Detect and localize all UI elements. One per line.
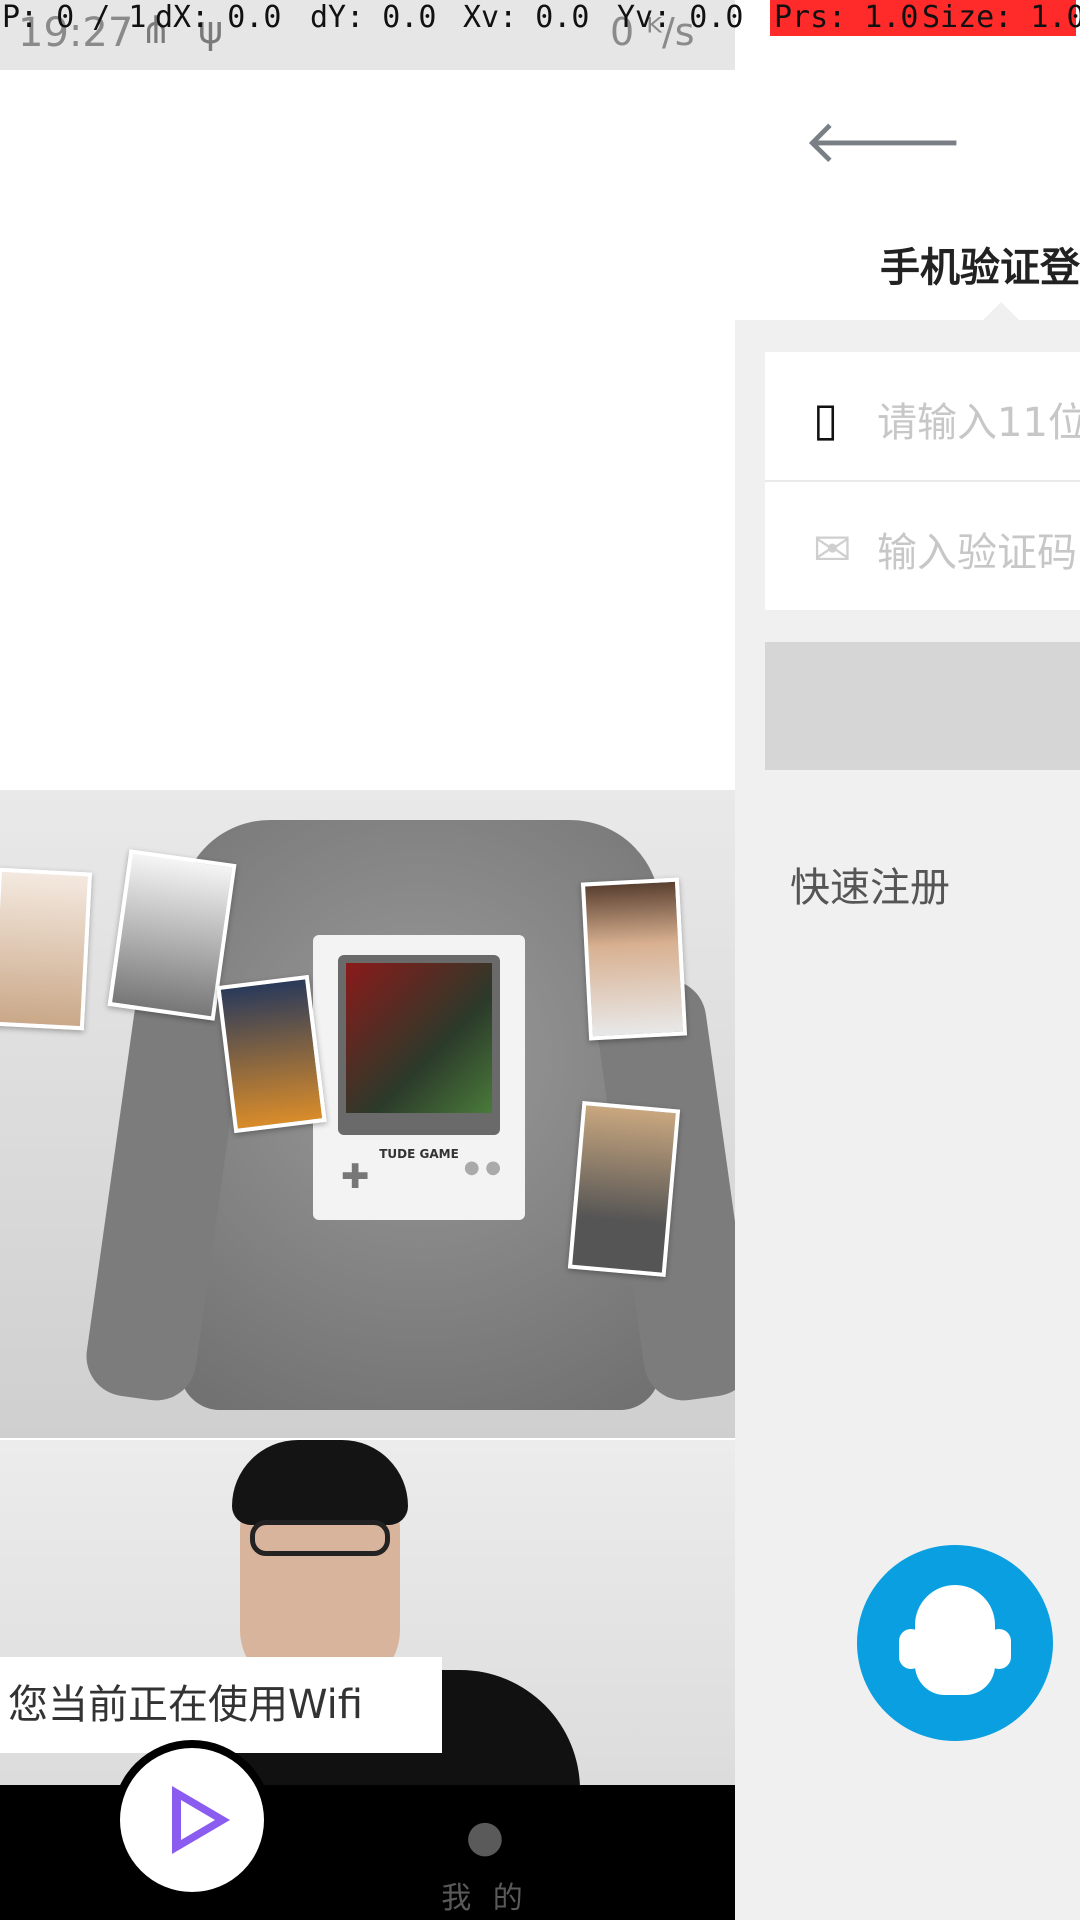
- photo-dj: [216, 974, 327, 1134]
- quick-register-link[interactable]: 快速注册: [790, 855, 950, 913]
- debug-size: Size: 1.0: [918, 0, 1080, 36]
- drawer-header: 🡐 手机验证登: [735, 0, 1080, 320]
- phone-field[interactable]: ▯ 请输入11位: [765, 352, 1080, 482]
- product-banner-sweater[interactable]: TUDE GAME ✚ ● ●: [0, 790, 735, 1438]
- login-form: ▯ 请输入11位 ✉ 输入验证码: [765, 352, 1080, 610]
- phone-icon: ▯: [813, 392, 839, 446]
- photo-girl: [580, 877, 688, 1041]
- pointer-debug-overlay: P: 0 / 1 dX: 0.0 dY: 0.0 Xv: 0.0 Yv: 0.0…: [0, 0, 1080, 36]
- tab-mine[interactable]: ● 我 的: [440, 1815, 530, 1917]
- photo-man: [567, 1101, 681, 1277]
- debug-p: P: 0 / 1: [2, 0, 147, 35]
- glasses-icon: [250, 1520, 390, 1556]
- qq-login-button[interactable]: [857, 1545, 1053, 1741]
- login-title[interactable]: 手机验证登: [880, 235, 1080, 293]
- tab-pointer: [983, 302, 1019, 320]
- background-app: 19:27 ⋔ ψ 0 ᴷ/s TUDE GAME ✚ ● ● 您当前正在使用W…: [0, 0, 735, 1920]
- debug-prs: Prs: 1.0: [770, 0, 919, 36]
- debug-yv: Yv: 0.0: [617, 0, 744, 35]
- qq-penguin-icon: [899, 1585, 1011, 1695]
- dpad-icon: ✚: [341, 1157, 370, 1197]
- back-arrow-icon[interactable]: 🡐: [803, 105, 964, 177]
- play-icon-cutout: [181, 1800, 215, 1840]
- bottom-nav: [0, 1785, 735, 1920]
- debug-xv: Xv: 0.0: [463, 0, 590, 35]
- login-drawer: 🡐 手机验证登 ▯ 请输入11位 ✉ 输入验证码 快速注册: [735, 0, 1080, 1920]
- tab-mine-label: 我 的: [441, 1881, 529, 1916]
- gameboy-print: TUDE GAME ✚ ● ●: [313, 935, 525, 1220]
- login-button[interactable]: [765, 642, 1080, 770]
- debug-dx: dX: 0.0: [155, 0, 282, 35]
- user-icon: ●: [465, 1811, 505, 1862]
- play-button[interactable]: [112, 1740, 272, 1900]
- wifi-toast: 您当前正在使用Wifi: [0, 1657, 442, 1753]
- debug-dy: dY: 0.0: [310, 0, 437, 35]
- mail-icon: ✉: [813, 522, 852, 576]
- code-input[interactable]: 输入验证码: [877, 520, 1077, 578]
- code-field[interactable]: ✉ 输入验证码: [765, 482, 1080, 610]
- model-hair: [232, 1440, 408, 1525]
- ab-buttons-icon: ● ●: [463, 1157, 501, 1178]
- phone-input[interactable]: 请输入11位: [877, 390, 1080, 448]
- photo-dog: [0, 867, 93, 1031]
